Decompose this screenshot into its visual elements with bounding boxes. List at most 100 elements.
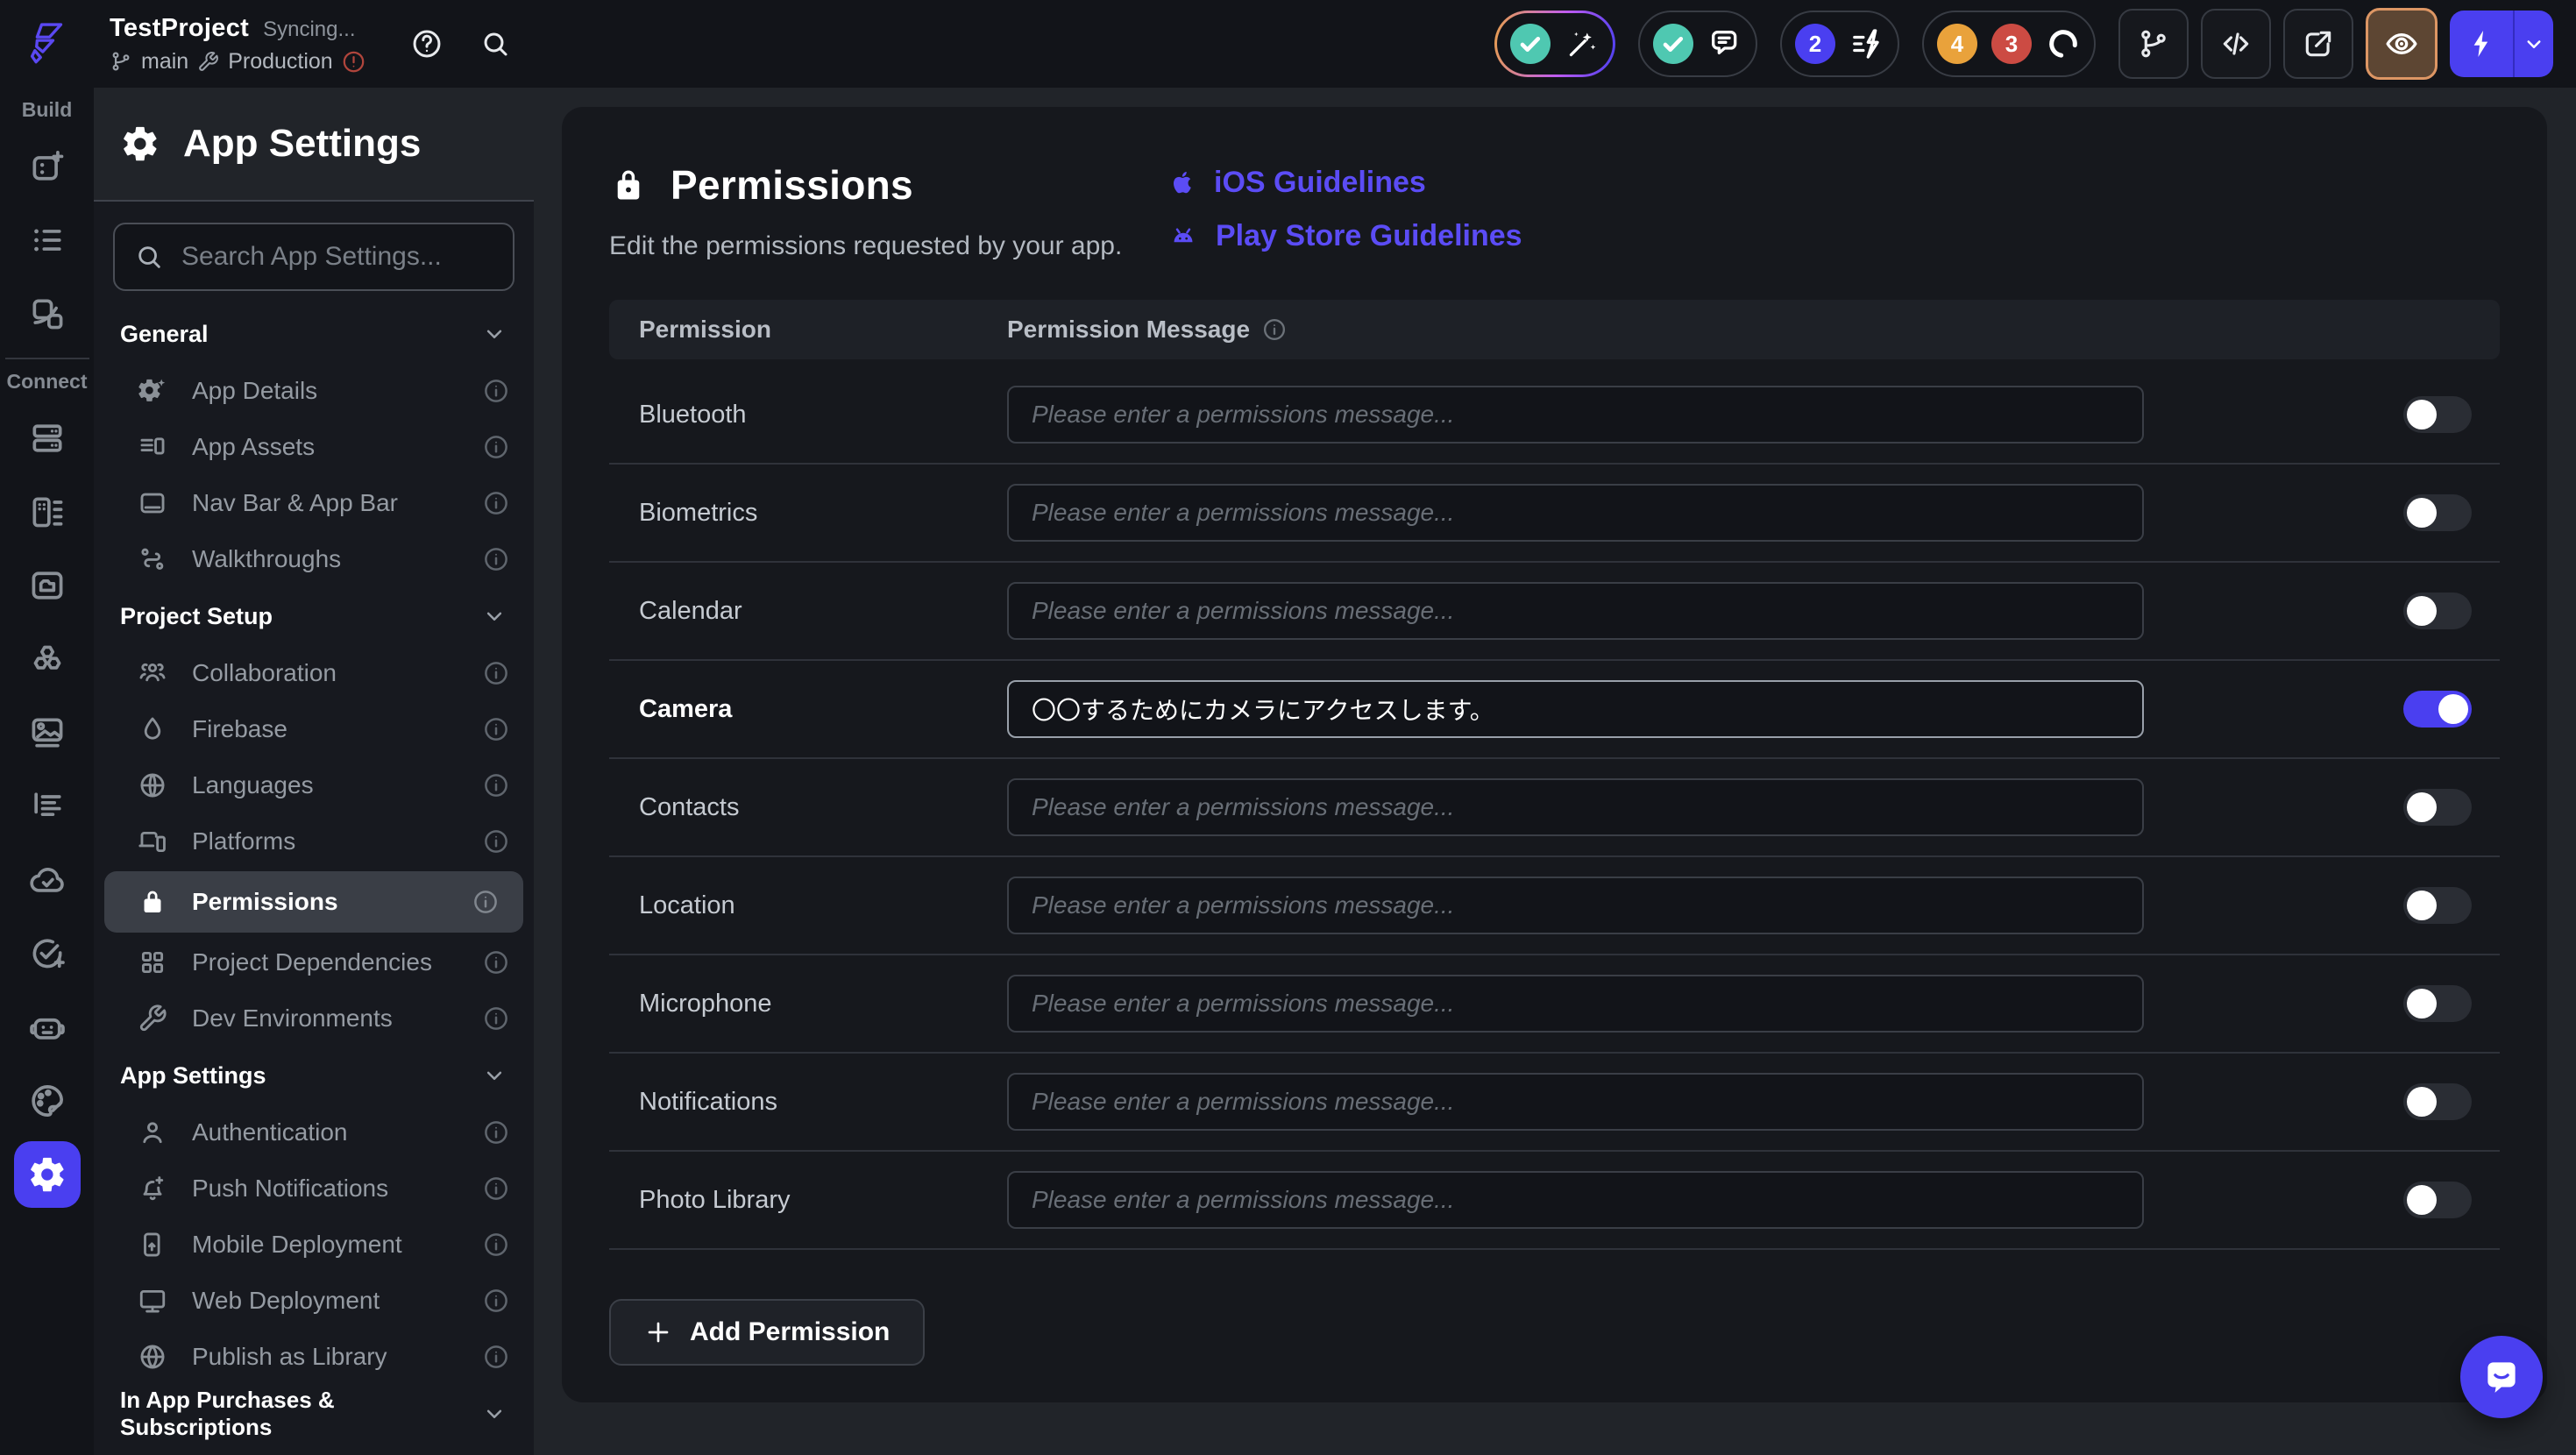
project-name[interactable]: TestProject (110, 14, 249, 43)
section-in-app-purchases[interactable]: In App Purchases & Subscriptions (94, 1385, 534, 1443)
actions-status-pill[interactable]: 2 (1780, 11, 1899, 77)
permission-toggle[interactable] (2403, 789, 2472, 826)
open-external-button[interactable] (2283, 9, 2353, 79)
permission-message-input[interactable] (1007, 680, 2144, 738)
section-app-settings[interactable]: App Settings (94, 1047, 534, 1104)
permission-toggle[interactable] (2403, 691, 2472, 728)
sidebar-item-permissions[interactable]: Permissions (104, 871, 523, 933)
navbar-icon (138, 488, 169, 518)
sidebar-item-publish-as-library[interactable]: Publish as Library (94, 1329, 534, 1385)
sidebar-item-platforms[interactable]: Platforms (94, 813, 534, 869)
run-button[interactable] (2450, 11, 2553, 77)
section-general[interactable]: General (94, 305, 534, 363)
rail-item-tests[interactable] (28, 917, 67, 990)
info-icon[interactable] (483, 1119, 509, 1146)
play-store-guidelines-link[interactable]: Play Store Guidelines (1167, 219, 1522, 253)
permission-toggle[interactable] (2403, 494, 2472, 531)
sidebar-item-app-assets[interactable]: App Assets (94, 419, 534, 475)
permission-toggle[interactable] (2403, 887, 2472, 924)
rail-item-database[interactable] (28, 401, 67, 475)
info-icon[interactable] (483, 828, 509, 855)
info-icon[interactable] (483, 1175, 509, 1202)
sidebar-item-walkthroughs[interactable]: Walkthroughs (94, 531, 534, 587)
info-icon[interactable] (483, 378, 509, 404)
section-project-setup[interactable]: Project Setup (94, 587, 534, 645)
permission-row-location: Location (609, 857, 2500, 955)
permission-message-input[interactable] (1007, 386, 2144, 444)
rail-item-theme[interactable] (28, 1064, 67, 1138)
search-input[interactable] (180, 241, 522, 273)
permission-toggle[interactable] (2403, 985, 2472, 1022)
rail-item-widget-tree[interactable] (28, 203, 67, 277)
page-subtitle: Edit the permissions requested by your a… (609, 231, 1167, 261)
info-icon[interactable] (1262, 317, 1287, 342)
sidebar-title: App Settings (183, 122, 421, 166)
lock-icon (138, 887, 169, 917)
sidebar-item-nav-bar-app-bar[interactable]: Nav Bar & App Bar (94, 475, 534, 531)
branch-name[interactable]: main (141, 49, 188, 75)
chat-smile-icon (2480, 1355, 2523, 1399)
info-icon[interactable] (483, 546, 509, 572)
permission-toggle[interactable] (2403, 1182, 2472, 1218)
rail-item-media-assets[interactable] (28, 696, 67, 770)
info-icon[interactable] (483, 1288, 509, 1314)
sidebar-item-app-details[interactable]: App Details (94, 363, 534, 419)
rail-item-components[interactable] (28, 277, 67, 351)
sidebar-item-dev-environments[interactable]: Dev Environments (94, 990, 534, 1047)
info-icon[interactable] (483, 1005, 509, 1032)
rail-item-files[interactable] (28, 549, 67, 622)
rail-item-pages[interactable] (28, 130, 67, 203)
help-icon[interactable] (411, 28, 443, 60)
environment-name[interactable]: Production (228, 49, 333, 75)
info-icon[interactable] (483, 716, 509, 742)
view-code-button[interactable] (2201, 9, 2271, 79)
permission-toggle[interactable] (2403, 1083, 2472, 1120)
info-icon[interactable] (483, 490, 509, 516)
branch-button[interactable] (2118, 9, 2189, 79)
rail-item-api-calls[interactable] (28, 622, 67, 696)
search-icon[interactable] (479, 28, 511, 60)
review-status-pill[interactable] (1494, 11, 1615, 77)
sidebar-item-push-notifications[interactable]: Push Notifications (94, 1160, 534, 1217)
permission-message-input[interactable] (1007, 778, 2144, 836)
support-chat-button[interactable] (2460, 1336, 2543, 1418)
sidebar-item-languages[interactable]: Languages (94, 757, 534, 813)
permission-toggle[interactable] (2403, 396, 2472, 433)
info-icon[interactable] (483, 434, 509, 460)
info-icon[interactable] (483, 1231, 509, 1258)
permission-message-input[interactable] (1007, 877, 2144, 934)
rail-item-cloud-functions[interactable] (28, 843, 67, 917)
info-icon[interactable] (483, 772, 509, 798)
permission-message-input[interactable] (1007, 1073, 2144, 1131)
run-options-chevron[interactable] (2515, 31, 2553, 57)
info-icon[interactable] (472, 889, 499, 915)
info-icon[interactable] (483, 660, 509, 686)
action-flow-icon (1849, 26, 1884, 61)
issues-status-pill[interactable]: 4 3 (1922, 11, 2096, 77)
sidebar-item-collaboration[interactable]: Collaboration (94, 645, 534, 701)
permission-message-input[interactable] (1007, 484, 2144, 542)
ios-guidelines-link[interactable]: iOS Guidelines (1167, 165, 1522, 200)
permission-toggle[interactable] (2403, 593, 2472, 629)
flutterflow-logo[interactable] (0, 17, 94, 71)
info-icon[interactable] (483, 949, 509, 976)
rail-item-data-types[interactable] (28, 475, 67, 549)
sidebar-item-mobile-deployment[interactable]: Mobile Deployment (94, 1217, 534, 1273)
sidebar-search[interactable] (113, 223, 514, 291)
permission-message-input[interactable] (1007, 582, 2144, 640)
permission-row-photo-library: Photo Library (609, 1152, 2500, 1250)
rail-item-ai-agents[interactable] (28, 990, 67, 1064)
rail-item-settings-active[interactable] (14, 1138, 81, 1211)
comments-status-pill[interactable] (1638, 11, 1757, 77)
info-icon[interactable] (483, 1344, 509, 1370)
sidebar-item-firebase[interactable]: Firebase (94, 701, 534, 757)
add-permission-button[interactable]: Add Permission (609, 1299, 925, 1366)
permission-message-input[interactable] (1007, 1171, 2144, 1229)
environment-alert-icon[interactable] (342, 50, 365, 74)
rail-item-app-text[interactable] (28, 770, 67, 843)
permission-message-input[interactable] (1007, 975, 2144, 1033)
preview-button[interactable] (2366, 8, 2438, 80)
sidebar-item-authentication[interactable]: Authentication (94, 1104, 534, 1160)
sidebar-item-project-dependencies[interactable]: Project Dependencies (94, 934, 534, 990)
sidebar-item-web-deployment[interactable]: Web Deployment (94, 1273, 534, 1329)
